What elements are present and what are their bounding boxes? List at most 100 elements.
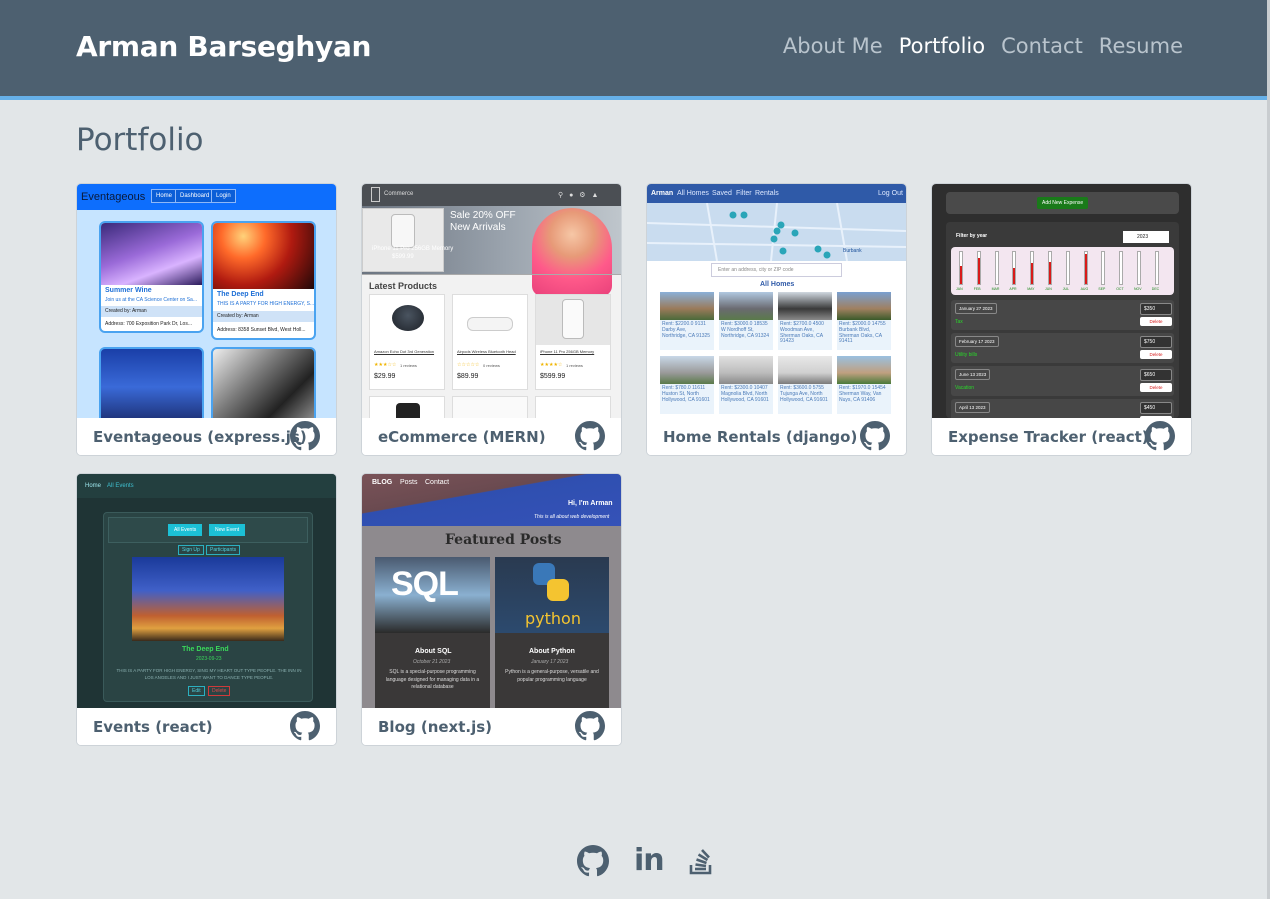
- listing-photo: [719, 292, 773, 320]
- preview-new-expense-panel: Add New Expense: [946, 192, 1179, 214]
- hero-title: Hi, I'm Arman: [568, 500, 613, 507]
- project-title: eCommerce (MERN): [378, 428, 546, 446]
- project-card: Commerce ⚲ ● ⚙ ▲ iPhone 11 Pro 256GB Mem…: [361, 183, 622, 456]
- project-thumbnail[interactable]: Add New Expense Filter by year 2023 JAN F…: [932, 184, 1191, 418]
- product-reviews: 1 reviews: [400, 363, 417, 368]
- preview-logo-text: Commerce: [384, 191, 414, 197]
- listing-card: Rent: $3600.0 5755 Tujunga Ave, North Ho…: [778, 356, 832, 414]
- month-bar: [1012, 251, 1017, 285]
- hero-subtitle: This is all about web development: [534, 514, 610, 520]
- month-label: DEC: [1151, 287, 1160, 291]
- event-date: 2023-09-23: [196, 656, 222, 662]
- event-creator: Created by: Arman: [105, 308, 147, 314]
- banner-product-name: iPhone 11 Pro 256GB Memory: [372, 246, 454, 252]
- month-bar-fill: [960, 266, 962, 284]
- expense-chart: JAN FEB MAR APR MAY JUN JUL AUG SEP OCT NOV DEC: [951, 247, 1174, 295]
- project-thumbnail[interactable]: Arman All Homes Saved Filter Rentals Log…: [647, 184, 906, 418]
- month-bar: [1065, 251, 1070, 285]
- preview-nav-saved: Saved: [712, 190, 732, 197]
- preview-nav-filter: Filter: [736, 190, 752, 197]
- preview-expenses-panel: Filter by year 2023 JAN FEB MAR APR MAY JUN JU…: [946, 222, 1179, 418]
- card-footer: Home Rentals (django): [647, 418, 906, 455]
- nav-contact[interactable]: Contact: [1001, 34, 1083, 58]
- project-thumbnail[interactable]: Commerce ⚲ ● ⚙ ▲ iPhone 11 Pro 256GB Mem…: [362, 184, 621, 418]
- listing-text: Rent: $2300.0 10407 Magnolia Blvd, North…: [721, 385, 769, 403]
- github-icon[interactable]: [577, 845, 609, 877]
- github-icon[interactable]: [575, 711, 605, 741]
- listing-card: Rent: $780.0 11611 Huston St, North Holl…: [660, 356, 714, 414]
- preview-search-input: Enter an address, city or ZIP code: [711, 263, 842, 277]
- event-image: [213, 223, 314, 289]
- map-roads: [647, 202, 906, 262]
- event-name: The Deep End: [217, 291, 264, 298]
- event-image: [132, 557, 284, 641]
- delete-button: Delete: [208, 686, 231, 696]
- preview-logo: Eventageous: [81, 191, 146, 203]
- product-price: $29.99: [374, 373, 396, 380]
- card-footer: eCommerce (MERN): [362, 418, 621, 455]
- project-title: Home Rentals (django): [663, 428, 858, 446]
- preview-nav-all-events: All Events: [107, 483, 134, 489]
- product-image: [467, 317, 513, 331]
- github-icon[interactable]: [290, 711, 320, 741]
- site-brand[interactable]: Arman Barseghyan: [76, 30, 372, 63]
- preview-nav-user: Arman: [651, 190, 674, 197]
- product-card: iPhone 11 Pro 256GB Memory ★★★★☆ 1 revie…: [535, 294, 611, 390]
- participants-button: Participants: [206, 545, 241, 555]
- month-label: APR: [1009, 287, 1017, 291]
- post-image-text: SQL: [391, 565, 459, 603]
- product-image: [396, 403, 420, 418]
- post-title: About Python: [529, 648, 575, 655]
- project-thumbnail[interactable]: BLOG Posts Contact Hi, I'm Arman This is…: [362, 474, 621, 708]
- expense-amount: $750: [1140, 336, 1172, 348]
- banner-product-price: $599.99: [392, 254, 414, 260]
- project-thumbnail[interactable]: Eventageous Home Dashboard Login Summer …: [77, 184, 336, 418]
- event-desc: Join us at the CA Science Center on Sa..…: [105, 297, 197, 303]
- product-image: [392, 305, 424, 331]
- post-date: January 17 2023: [531, 659, 569, 665]
- project-card: Arman All Homes Saved Filter Rentals Log…: [646, 183, 907, 456]
- preview-logo-icon: [371, 187, 380, 202]
- event-address: Address: 8358 Sunset Blvd, West Holl...: [217, 327, 306, 333]
- nav-portfolio[interactable]: Portfolio: [899, 34, 985, 58]
- stackoverflow-icon[interactable]: [685, 845, 717, 877]
- expense-date: January 27 2023: [955, 303, 997, 314]
- event-name: The Deep End: [182, 646, 229, 653]
- preview-event-card: [99, 347, 204, 418]
- month-label: MAY: [1027, 287, 1035, 291]
- card-footer: Events (react): [77, 708, 336, 745]
- header-accent-bar: [0, 96, 1267, 100]
- post-title: About SQL: [415, 648, 452, 655]
- project-card: Eventageous Home Dashboard Login Summer …: [76, 183, 337, 456]
- edit-button: Edit: [188, 686, 205, 696]
- project-thumbnail[interactable]: Home All Events All Events New Event Sig…: [77, 474, 336, 708]
- preview-event-card: Summer Wine Join us at the CA Science Ce…: [99, 221, 204, 333]
- post-card: SQL About SQL October 21 2023 SQL is a s…: [375, 557, 490, 708]
- github-icon[interactable]: [575, 421, 605, 451]
- github-icon[interactable]: [860, 421, 890, 451]
- post-card: python About Python January 17 2023 Pyth…: [495, 557, 609, 708]
- page-title: Portfolio: [76, 122, 204, 158]
- listing-card: Rent: $2700.0 4500 Woodman Ave, Sherman …: [778, 292, 832, 350]
- product-name: iPhone 11 Pro 256GB Memory: [540, 349, 595, 354]
- preview-section-title: Latest Products: [369, 281, 438, 291]
- nav-resume[interactable]: Resume: [1099, 34, 1183, 58]
- github-icon[interactable]: [1145, 421, 1175, 451]
- footer-social-links: in: [577, 843, 717, 878]
- preview-nav-logout: Log Out: [878, 190, 903, 197]
- preview-nav-home: Home: [151, 189, 178, 203]
- nav-about-me[interactable]: About Me: [783, 34, 883, 58]
- month-bar: [1154, 251, 1159, 285]
- product-card: [452, 396, 528, 418]
- month-bar: [1119, 251, 1124, 285]
- product-stars: ☆☆☆☆☆: [457, 362, 480, 368]
- github-icon[interactable]: [290, 421, 320, 451]
- banner-sub: New Arrivals: [450, 222, 506, 233]
- preview-nav-contact: Contact: [425, 479, 450, 486]
- month-label: JAN: [956, 287, 963, 291]
- main-nav: About Me Portfolio Contact Resume: [783, 34, 1183, 58]
- preview-nav-all-homes: All Homes: [677, 190, 709, 197]
- listing-card: Rent: $2300.0 10407 Magnolia Blvd, North…: [719, 356, 773, 414]
- linkedin-icon[interactable]: in: [631, 843, 665, 878]
- post-desc: Python is a general-purpose, versatile a…: [505, 669, 599, 683]
